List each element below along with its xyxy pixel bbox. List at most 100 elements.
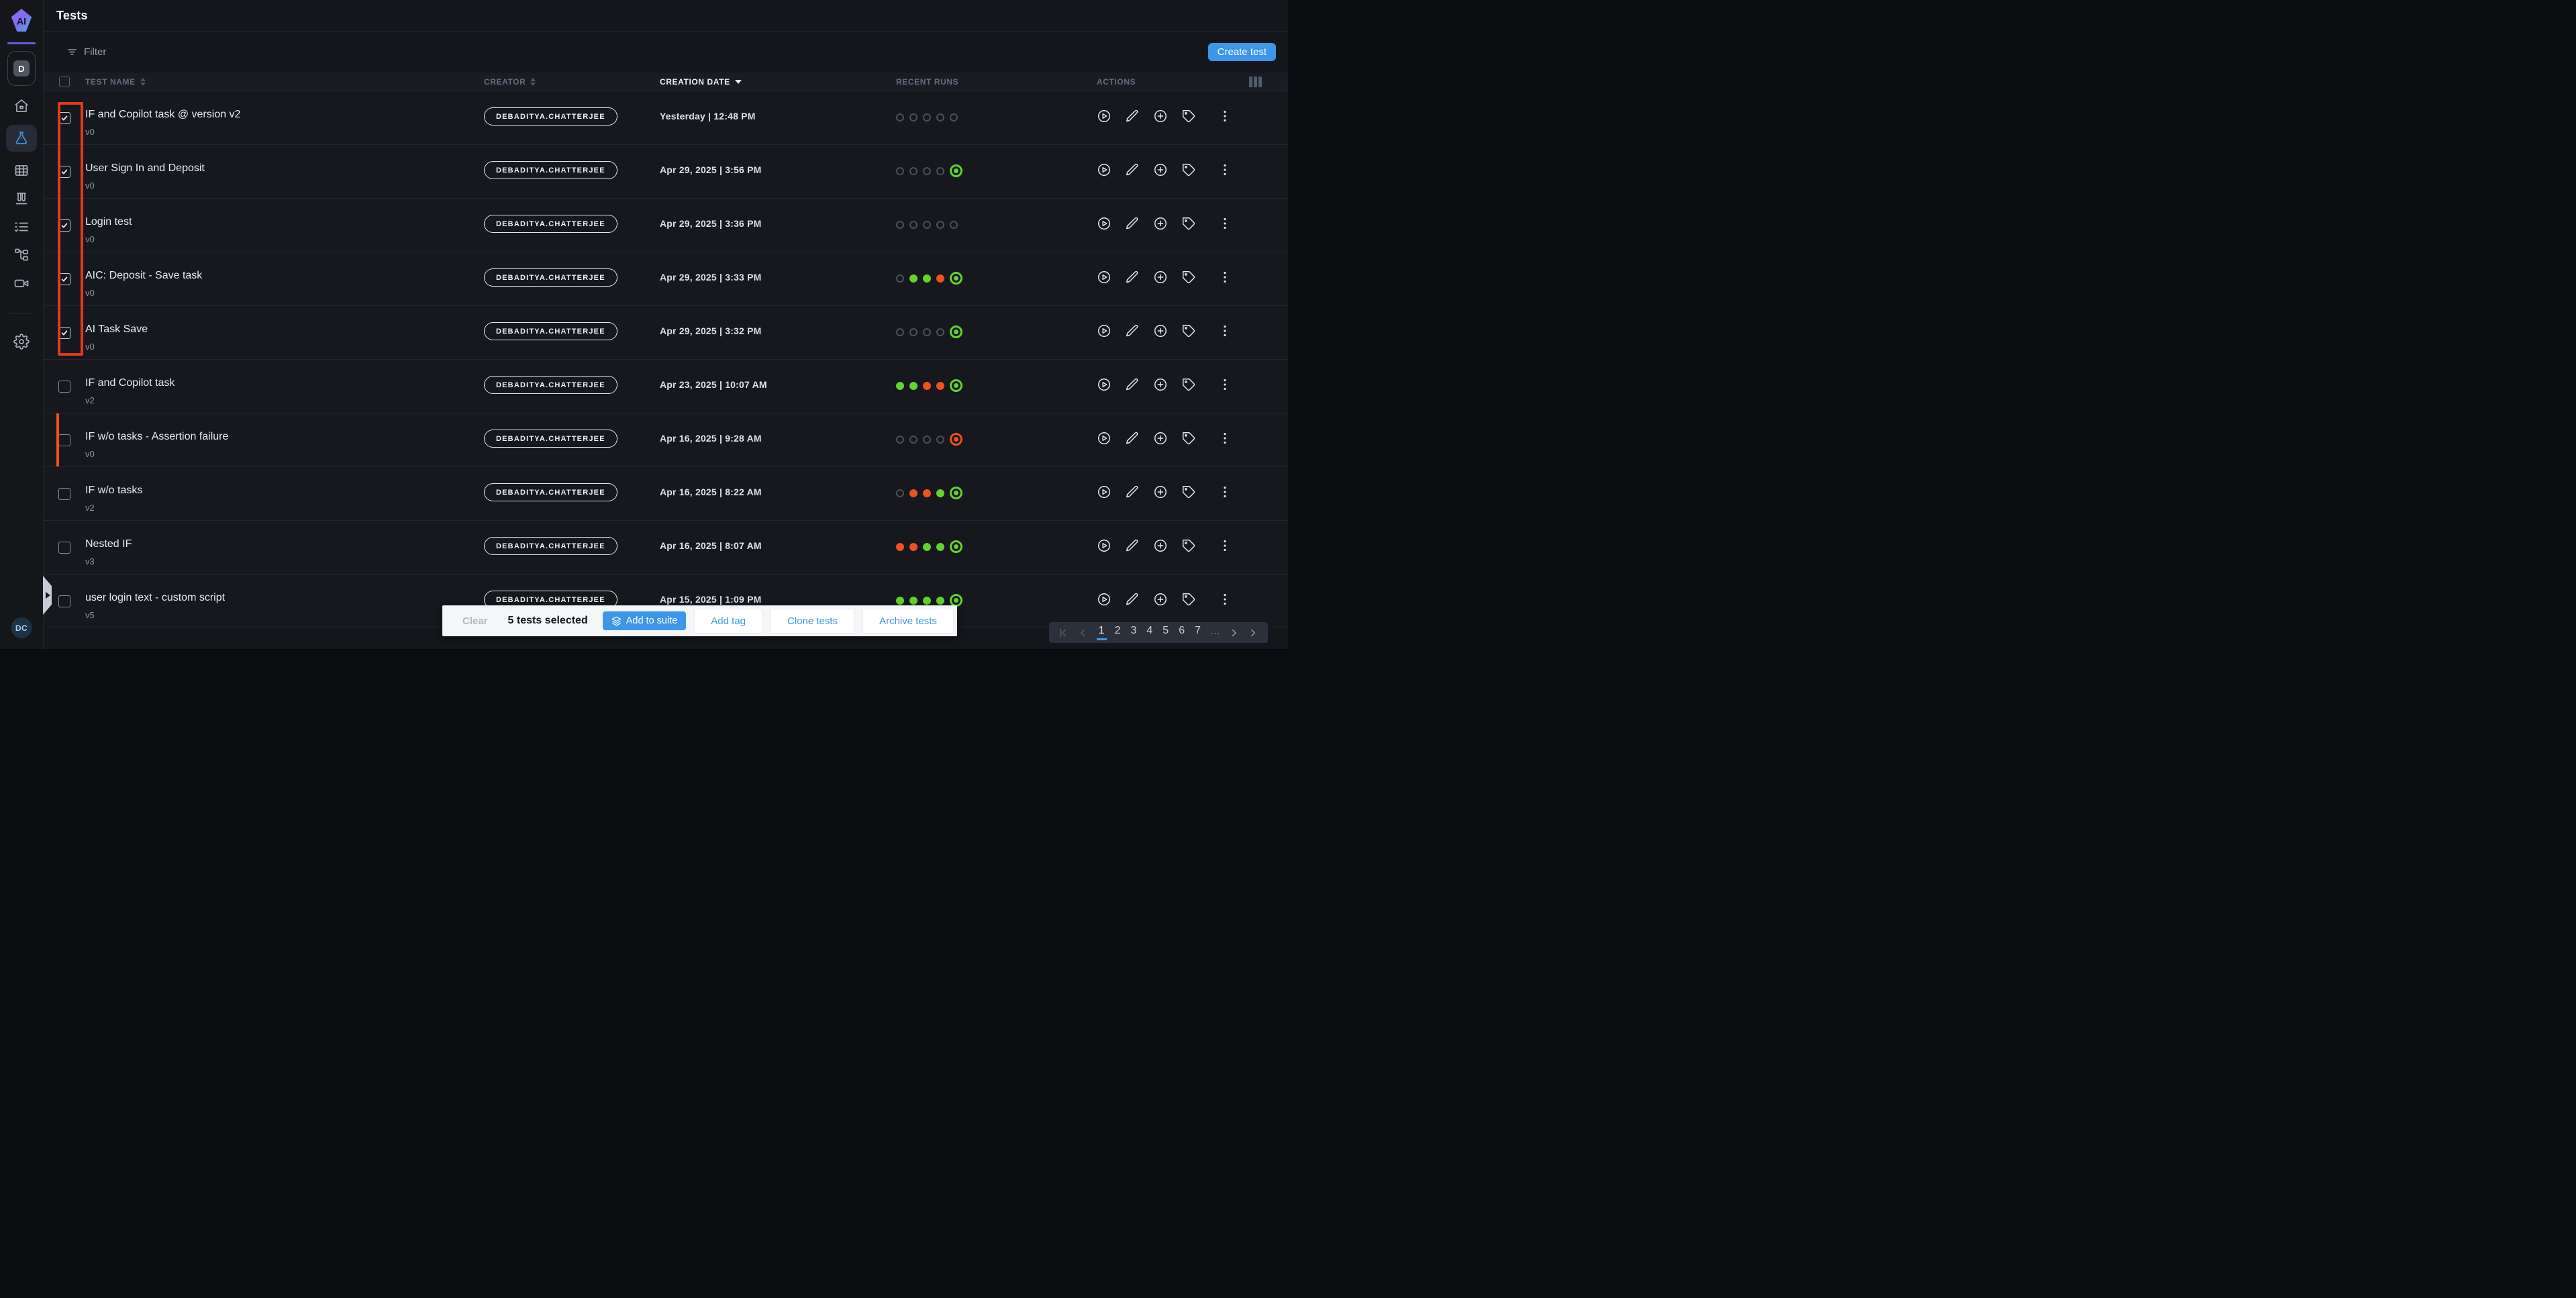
column-header-creator[interactable]: CREATOR	[484, 77, 660, 87]
add-icon[interactable]	[1153, 377, 1168, 392]
test-name[interactable]: IF and Copilot task @ version v2	[85, 109, 484, 120]
nav-workflow-tree-icon[interactable]	[8, 246, 35, 264]
sort-icon[interactable]	[140, 78, 146, 86]
table-row[interactable]: IF w/o tasksv2DEBADITYA.CHATTERJEEApr 16…	[44, 467, 1288, 521]
test-name[interactable]: IF w/o tasks - Assertion failure	[85, 432, 484, 442]
run-icon[interactable]	[1097, 485, 1111, 499]
more-icon[interactable]	[1218, 323, 1232, 338]
tag-icon[interactable]	[1181, 323, 1196, 338]
edit-icon[interactable]	[1125, 592, 1140, 607]
add-to-suite-button[interactable]: Add to suite	[603, 611, 687, 630]
run-icon[interactable]	[1097, 270, 1111, 285]
column-settings-icon[interactable]	[1249, 77, 1262, 87]
nav-data-table-icon[interactable]	[8, 161, 35, 180]
table-row[interactable]: User Sign In and Depositv0DEBADITYA.CHAT…	[44, 145, 1288, 199]
add-icon[interactable]	[1153, 592, 1168, 607]
add-icon[interactable]	[1153, 270, 1168, 285]
more-icon[interactable]	[1218, 592, 1232, 607]
row-checkbox[interactable]	[58, 219, 70, 232]
row-checkbox[interactable]	[58, 273, 70, 285]
more-icon[interactable]	[1218, 162, 1232, 177]
user-avatar[interactable]: DC	[11, 617, 32, 638]
tag-icon[interactable]	[1181, 592, 1196, 607]
add-icon[interactable]	[1153, 431, 1168, 446]
run-icon[interactable]	[1097, 162, 1111, 177]
page-number-6[interactable]: 6	[1177, 625, 1187, 640]
table-row[interactable]: AI Task Savev0DEBADITYA.CHATTERJEEApr 29…	[44, 306, 1288, 360]
more-icon[interactable]	[1218, 538, 1232, 553]
create-test-button[interactable]: Create test	[1208, 43, 1276, 61]
test-name[interactable]: user login text - custom script	[85, 593, 484, 603]
more-icon[interactable]	[1218, 377, 1232, 392]
row-checkbox[interactable]	[58, 112, 70, 124]
edit-icon[interactable]	[1125, 270, 1140, 285]
add-icon[interactable]	[1153, 162, 1168, 177]
page-number-5[interactable]: 5	[1160, 625, 1171, 640]
nav-home-icon[interactable]	[8, 97, 35, 115]
table-row[interactable]: IF and Copilot task @ version v2v0DEBADI…	[44, 91, 1288, 145]
edit-icon[interactable]	[1125, 323, 1140, 338]
tag-icon[interactable]	[1181, 377, 1196, 392]
run-icon[interactable]	[1097, 109, 1111, 123]
clear-selection-button[interactable]: Clear	[462, 615, 488, 627]
nav-settings-gear-icon[interactable]	[8, 332, 35, 351]
run-icon[interactable]	[1097, 377, 1111, 392]
test-name[interactable]: IF and Copilot task	[85, 378, 484, 389]
add-icon[interactable]	[1153, 216, 1168, 231]
more-icon[interactable]	[1218, 485, 1232, 499]
page-number-1[interactable]: 1	[1097, 625, 1107, 640]
run-icon[interactable]	[1097, 216, 1111, 231]
last-page-icon[interactable]	[1247, 627, 1259, 639]
add-tag-button[interactable]: Add tag	[694, 609, 762, 634]
page-number-3[interactable]: 3	[1128, 625, 1138, 640]
select-all-checkbox[interactable]	[59, 77, 70, 87]
table-row[interactable]: Login testv0DEBADITYA.CHATTERJEEApr 29, …	[44, 199, 1288, 252]
run-icon[interactable]	[1097, 323, 1111, 338]
test-name[interactable]: Login test	[85, 217, 484, 228]
page-number-4[interactable]: 4	[1144, 625, 1154, 640]
filter-button[interactable]: Filter	[66, 46, 106, 58]
test-name[interactable]: AI Task Save	[85, 324, 484, 335]
tag-icon[interactable]	[1181, 431, 1196, 446]
next-page-icon[interactable]	[1228, 627, 1240, 639]
nav-checklist-icon[interactable]	[8, 217, 35, 236]
row-checkbox[interactable]	[58, 166, 70, 178]
workspace-switcher[interactable]: D	[7, 51, 36, 86]
page-number-2[interactable]: 2	[1113, 625, 1123, 640]
edit-icon[interactable]	[1125, 216, 1140, 231]
tag-icon[interactable]	[1181, 216, 1196, 231]
edit-icon[interactable]	[1125, 162, 1140, 177]
test-name[interactable]: IF w/o tasks	[85, 485, 484, 496]
tag-icon[interactable]	[1181, 485, 1196, 499]
add-icon[interactable]	[1153, 485, 1168, 499]
table-row[interactable]: IF and Copilot taskv2DEBADITYA.CHATTERJE…	[44, 360, 1288, 413]
row-checkbox[interactable]	[58, 595, 70, 607]
tag-icon[interactable]	[1181, 109, 1196, 123]
row-checkbox[interactable]	[58, 488, 70, 500]
edit-icon[interactable]	[1125, 377, 1140, 392]
tag-icon[interactable]	[1181, 538, 1196, 553]
tag-icon[interactable]	[1181, 270, 1196, 285]
more-icon[interactable]	[1218, 216, 1232, 231]
add-icon[interactable]	[1153, 323, 1168, 338]
more-icon[interactable]	[1218, 431, 1232, 446]
row-checkbox[interactable]	[58, 327, 70, 339]
run-icon[interactable]	[1097, 592, 1111, 607]
edit-icon[interactable]	[1125, 538, 1140, 553]
prev-page-icon[interactable]	[1077, 627, 1089, 639]
column-header-test-name[interactable]: TEST NAME	[85, 77, 484, 87]
row-checkbox[interactable]	[58, 434, 70, 446]
nav-test-tubes-icon[interactable]	[8, 189, 35, 208]
add-icon[interactable]	[1153, 109, 1168, 123]
table-row[interactable]: Nested IFv3DEBADITYA.CHATTERJEEApr 16, 2…	[44, 521, 1288, 575]
page-number-7[interactable]: 7	[1193, 625, 1203, 640]
clone-tests-button[interactable]: Clone tests	[771, 609, 854, 634]
test-name[interactable]: AIC: Deposit - Save task	[85, 270, 484, 281]
nav-recordings-camera-icon[interactable]	[8, 274, 35, 293]
edit-icon[interactable]	[1125, 109, 1140, 123]
edit-icon[interactable]	[1125, 431, 1140, 446]
tag-icon[interactable]	[1181, 162, 1196, 177]
test-name[interactable]: User Sign In and Deposit	[85, 163, 484, 174]
row-checkbox[interactable]	[58, 381, 70, 393]
more-icon[interactable]	[1218, 109, 1232, 123]
